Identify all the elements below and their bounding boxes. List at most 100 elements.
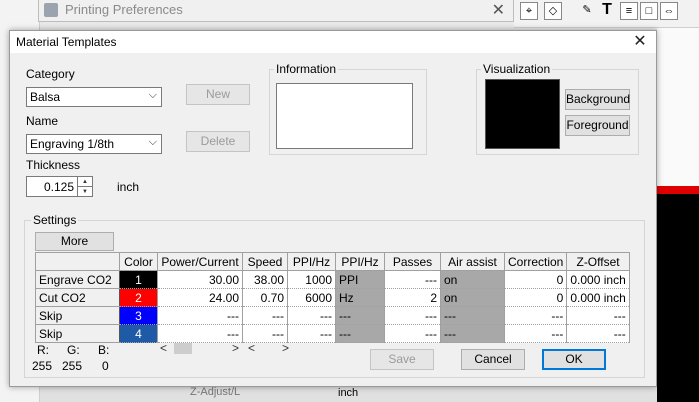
power-cell[interactable]: ---: [157, 324, 243, 343]
row-name[interactable]: Cut CO2: [35, 288, 120, 307]
mode-cell[interactable]: PPI: [335, 270, 385, 289]
color-swatch[interactable]: 3: [119, 306, 158, 325]
category-value: Balsa: [30, 90, 61, 104]
visualization-preview: [485, 79, 560, 149]
zoffset-cell[interactable]: 0.000 inch: [566, 270, 630, 289]
header-ppi[interactable]: PPI/Hz: [287, 252, 336, 271]
r-label: R:: [37, 343, 49, 357]
ok-button[interactable]: OK: [542, 349, 606, 370]
new-button[interactable]: New: [186, 84, 250, 105]
scroll-left-icon[interactable]: <: [248, 341, 255, 355]
speed-cell[interactable]: 38.00: [242, 270, 288, 289]
name-label: Name: [26, 114, 59, 128]
spin-down-icon[interactable]: ▼: [78, 187, 92, 197]
zoffset-cell[interactable]: 0.000 inch: [566, 288, 630, 307]
correction-cell[interactable]: 0: [504, 288, 568, 307]
row-name[interactable]: Skip: [35, 306, 120, 325]
scroll-right-icon[interactable]: >: [282, 341, 289, 355]
speed-cell[interactable]: ---: [242, 324, 288, 343]
scroll-thumb[interactable]: [174, 343, 192, 354]
color-swatch[interactable]: 2: [119, 288, 158, 307]
header-speed[interactable]: Speed: [242, 252, 288, 271]
header-zoffset[interactable]: Z-Offset: [566, 252, 630, 271]
passes-cell[interactable]: 2: [384, 288, 441, 307]
zoffset-cell[interactable]: ---: [566, 324, 630, 343]
thickness-unit: inch: [117, 180, 140, 194]
frame-icon[interactable]: □: [640, 2, 658, 20]
ppi-cell[interactable]: 6000: [287, 288, 336, 307]
table-row[interactable]: Skip 4 --- --- --- --- --- --- --- ---: [35, 324, 630, 343]
header-power[interactable]: Power/Current: [157, 252, 243, 271]
pen-tool-icon[interactable]: ✎: [578, 2, 596, 20]
passes-cell[interactable]: ---: [384, 324, 441, 343]
speed-cell[interactable]: ---: [242, 306, 288, 325]
correction-cell[interactable]: ---: [504, 306, 568, 325]
background-bottom-strip: Z-Adjust/L inch: [40, 385, 657, 402]
header-correction[interactable]: Correction: [503, 252, 568, 271]
ppi-cell[interactable]: 1000: [287, 270, 336, 289]
more-button[interactable]: More: [35, 232, 114, 251]
dimension-icon[interactable]: ⇔: [660, 2, 678, 20]
material-templates-dialog: Material Templates ✕ Category Balsa ⌵ Na…: [9, 30, 657, 387]
header-passes[interactable]: Passes: [384, 252, 441, 271]
table-row[interactable]: Cut CO2 2 24.00 0.70 6000 Hz 2 on 0 0.000 inch: [35, 288, 630, 307]
air-assist-cell[interactable]: ---: [440, 306, 505, 325]
passes-cell[interactable]: ---: [384, 306, 441, 325]
mode-cell[interactable]: ---: [335, 306, 385, 325]
canvas-red-line: [657, 186, 699, 194]
mode-cell[interactable]: Hz: [335, 288, 385, 307]
g-label: G:: [67, 343, 80, 357]
color-swatch[interactable]: 1: [119, 270, 158, 289]
printing-preferences-title: Printing Preferences: [65, 2, 183, 17]
header-color[interactable]: Color: [119, 252, 158, 271]
select-tool-icon[interactable]: ⌖: [520, 2, 538, 20]
scroll-left-icon[interactable]: <: [160, 341, 167, 355]
row-name[interactable]: Engrave CO2: [35, 270, 120, 289]
thickness-stepper[interactable]: ▲ ▼: [78, 176, 93, 197]
thickness-input[interactable]: 0.125: [26, 176, 78, 197]
bottom-unit-label: inch: [338, 387, 359, 399]
correction-cell[interactable]: 0: [504, 270, 568, 289]
delete-button[interactable]: Delete: [186, 131, 250, 152]
row-name[interactable]: Skip: [35, 324, 120, 343]
color-swatch[interactable]: 4: [119, 324, 158, 343]
spin-up-icon[interactable]: ▲: [78, 177, 92, 187]
background-toolbar: ⌖ ◇ ✎ T ≡ □ ⇔: [514, 0, 699, 28]
correction-cell[interactable]: ---: [504, 324, 568, 343]
cancel-button[interactable]: Cancel: [461, 349, 525, 370]
header-air-assist[interactable]: Air assist: [440, 252, 505, 271]
text-tool-icon[interactable]: T: [598, 2, 616, 20]
speed-cell[interactable]: 0.70: [242, 288, 288, 307]
power-cell[interactable]: 30.00: [157, 270, 243, 289]
power-cell[interactable]: ---: [157, 306, 243, 325]
air-assist-cell[interactable]: ---: [440, 324, 505, 343]
background-button[interactable]: Background: [565, 89, 630, 110]
settings-table: Color Power/Current Speed PPI/Hz PPI/Hz …: [35, 252, 630, 343]
close-icon[interactable]: ✕: [630, 32, 650, 52]
name-select[interactable]: Engraving 1/8th ⌵: [26, 134, 162, 154]
ppi-cell[interactable]: ---: [287, 324, 336, 343]
save-button[interactable]: Save: [370, 349, 434, 370]
mode-cell[interactable]: ---: [335, 324, 385, 343]
air-assist-cell[interactable]: on: [440, 270, 505, 289]
zoffset-cell[interactable]: ---: [566, 306, 630, 325]
chevron-down-icon: ⌵: [148, 136, 157, 148]
layers-icon[interactable]: ≡: [620, 2, 638, 20]
air-assist-cell[interactable]: on: [440, 288, 505, 307]
category-select[interactable]: Balsa ⌵: [26, 87, 162, 107]
information-textbox[interactable]: [276, 83, 413, 149]
scroll-right-icon[interactable]: >: [232, 341, 239, 355]
passes-cell[interactable]: ---: [384, 270, 441, 289]
dialog-title: Material Templates: [16, 35, 117, 49]
close-icon[interactable]: ✕: [492, 0, 505, 20]
printing-preferences-titlebar: Printing Preferences ✕: [38, 0, 514, 22]
foreground-button[interactable]: Foreground: [565, 115, 630, 136]
ppi-cell[interactable]: ---: [287, 306, 336, 325]
table-corner: [35, 252, 120, 271]
table-row[interactable]: Skip 3 --- --- --- --- --- --- --- ---: [35, 306, 630, 325]
dialog-titlebar: Material Templates ✕: [10, 31, 656, 53]
header-mode[interactable]: PPI/Hz: [335, 252, 385, 271]
node-tool-icon[interactable]: ◇: [544, 2, 562, 20]
table-row[interactable]: Engrave CO2 1 30.00 38.00 1000 PPI --- on 0 0.000…: [35, 270, 630, 289]
power-cell[interactable]: 24.00: [157, 288, 243, 307]
